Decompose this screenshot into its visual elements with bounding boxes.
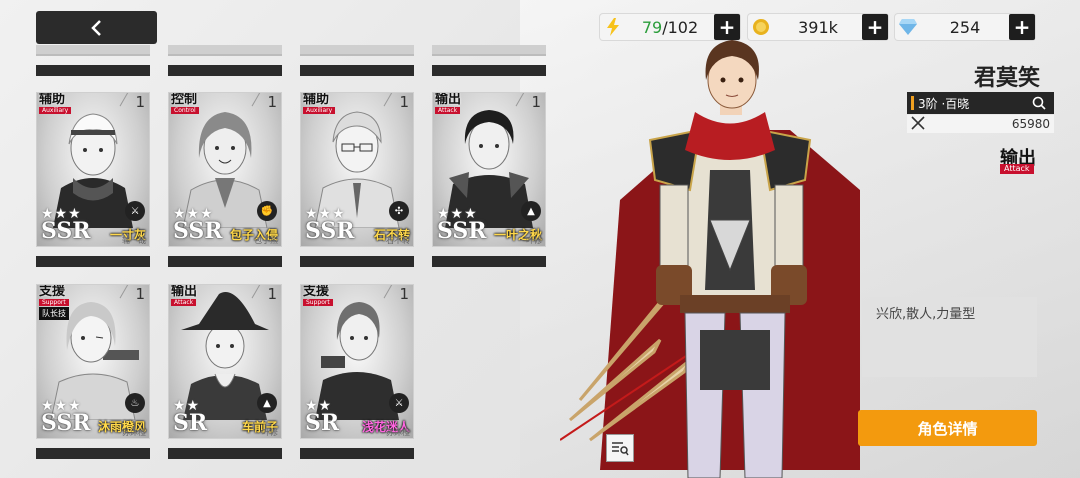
crossed-swords-icon: ⚔ bbox=[389, 393, 409, 413]
card-level: 1 bbox=[399, 93, 409, 111]
hero-power: 65980 bbox=[1011, 117, 1050, 131]
role-label: 辅助 bbox=[39, 92, 66, 107]
hero-illustration bbox=[560, 40, 860, 478]
stamina-max: /102 bbox=[662, 17, 699, 37]
back-button[interactable] bbox=[36, 11, 157, 44]
partial-card-strip bbox=[432, 45, 546, 56]
role-sublabel: Auxiliary bbox=[39, 107, 72, 114]
hero-power-row: 65980 bbox=[907, 115, 1054, 133]
gold-coin-icon bbox=[748, 14, 774, 40]
rarity-label: SSR bbox=[41, 218, 91, 244]
card-level: 1 bbox=[531, 93, 541, 111]
stamina-current: 79 bbox=[641, 17, 663, 37]
character-card[interactable]: 辅助 Auxiliary 1 ★★★ ⚔ SSR 一寸灰 辅一哉 bbox=[36, 92, 150, 247]
rarity-label: SSR bbox=[305, 218, 355, 244]
chevron-left-icon bbox=[90, 19, 101, 36]
diamond-icon bbox=[895, 14, 921, 40]
rarity-label: SR bbox=[305, 410, 340, 436]
card-level: 1 bbox=[135, 93, 145, 111]
hero-rank-bar[interactable]: 3阶 ·百晓 bbox=[907, 92, 1054, 114]
card-bar bbox=[36, 448, 150, 459]
rarity-label: SSR bbox=[41, 410, 91, 436]
role-label: 支援 bbox=[39, 284, 66, 299]
role-label: 控制 bbox=[171, 92, 198, 107]
role-label: 支援 bbox=[303, 284, 330, 299]
card-bar bbox=[168, 448, 282, 459]
role-label: 辅助 bbox=[303, 92, 330, 107]
diamond-value: 254 bbox=[949, 17, 981, 37]
card-bar bbox=[300, 256, 414, 267]
role-sublabel: Auxiliary bbox=[303, 107, 336, 114]
hero-name: 君莫笑 bbox=[973, 66, 1040, 91]
diamond-resource: 254 + bbox=[895, 14, 1035, 40]
card-bar bbox=[432, 256, 546, 267]
mountain-icon: ▲ bbox=[521, 201, 541, 221]
role-sublabel: Support bbox=[39, 299, 69, 306]
character-owner: 辅一哉 bbox=[122, 236, 146, 245]
search-icon[interactable] bbox=[1030, 96, 1048, 110]
gold-value: 391k bbox=[798, 17, 838, 37]
character-owner: 叶修 bbox=[262, 428, 278, 437]
card-level: 1 bbox=[267, 93, 277, 111]
compass-icon: ✣ bbox=[389, 201, 409, 221]
mountain-icon: ▲ bbox=[257, 393, 277, 413]
add-stamina-button[interactable]: + bbox=[714, 14, 740, 40]
rarity-label: SSR bbox=[173, 218, 223, 244]
crossed-swords-icon bbox=[911, 115, 929, 133]
character-card[interactable]: 支援 Support 队长技 1 ★★★ ♨ SSR 沐雨橙风 苏沐橙 bbox=[36, 284, 150, 439]
hero-class-sub: Attack bbox=[1000, 164, 1034, 174]
character-owner: 石不转 bbox=[386, 236, 410, 245]
role-label: 输出 bbox=[435, 92, 462, 107]
character-owner: 包子熊 bbox=[254, 236, 278, 245]
gold-resource: 391k + bbox=[748, 14, 888, 40]
character-card[interactable]: 支援 Support 1 ★★ ⚔ SR 浅花迷人 苏沐橙 bbox=[300, 284, 414, 439]
role-sublabel: Attack bbox=[435, 107, 461, 114]
card-bar bbox=[36, 256, 150, 267]
hero-rank-text: 3阶 ·百晓 bbox=[918, 96, 970, 111]
character-owner: 苏沐橙 bbox=[386, 428, 410, 437]
character-card[interactable]: 输出 Attack 1 ★★ ▲ SR 车前子 叶修 bbox=[168, 284, 282, 439]
partial-card-strip bbox=[300, 45, 414, 56]
card-bar bbox=[300, 448, 414, 459]
character-owner: 叶修 bbox=[526, 236, 542, 245]
role-sublabel: Control bbox=[171, 107, 199, 114]
list-search-icon[interactable] bbox=[606, 434, 634, 462]
card-bar bbox=[168, 65, 282, 76]
card-bar bbox=[300, 65, 414, 76]
fist-icon: ✊ bbox=[257, 201, 277, 221]
captain-skill-badge: 队长技 bbox=[39, 307, 69, 320]
card-level: 1 bbox=[135, 285, 145, 303]
character-owner: 苏沐橙 bbox=[122, 428, 146, 437]
stamina-resource: 79/102 + bbox=[600, 14, 740, 40]
card-bar bbox=[432, 65, 546, 76]
crossed-swords-icon: ⚔ bbox=[125, 201, 145, 221]
add-diamond-button[interactable]: + bbox=[1009, 14, 1035, 40]
role-sublabel: Attack bbox=[171, 299, 197, 306]
role-sublabel: Support bbox=[303, 299, 333, 306]
partial-card-strip bbox=[36, 45, 150, 56]
card-level: 1 bbox=[399, 285, 409, 303]
character-card[interactable]: 控制 Control 1 ★★★ ✊ SSR 包子入侵 包子熊 bbox=[168, 92, 282, 247]
character-card[interactable]: 辅助 Auxiliary 1 ★★★ ✣ SSR 石不转 石不转 bbox=[300, 92, 414, 247]
card-bar bbox=[168, 256, 282, 267]
role-label: 输出 bbox=[171, 284, 198, 299]
rank-accent bbox=[911, 96, 914, 110]
card-bar bbox=[36, 65, 150, 76]
partial-card-strip bbox=[168, 45, 282, 56]
flame-icon: ♨ bbox=[125, 393, 145, 413]
character-details-button[interactable]: 角色详情 bbox=[858, 410, 1037, 446]
character-card[interactable]: 输出 Attack 1 ★★★ ▲ SSR 一叶之秋 叶修 bbox=[432, 92, 546, 247]
rarity-label: SSR bbox=[437, 218, 487, 244]
lightning-icon bbox=[600, 14, 626, 40]
rarity-label: SR bbox=[173, 410, 208, 436]
hero-traits: 兴欣,散人,力量型 bbox=[862, 297, 1037, 377]
add-gold-button[interactable]: + bbox=[862, 14, 888, 40]
card-level: 1 bbox=[267, 285, 277, 303]
